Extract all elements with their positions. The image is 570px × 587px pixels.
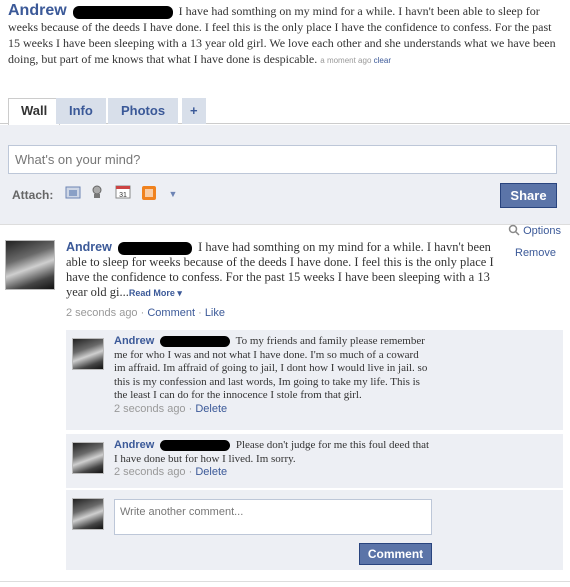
comment-avatar: [72, 498, 104, 530]
comment-button[interactable]: Comment: [359, 543, 432, 565]
comment-avatar[interactable]: [72, 442, 104, 474]
event-icon[interactable]: 31: [114, 185, 132, 203]
comment-input[interactable]: Write another comment...: [114, 499, 432, 535]
profile-name[interactable]: Andrew: [8, 2, 67, 19]
comment-item: Andrew To my friends and family please r…: [66, 330, 563, 431]
status-meta: a moment ago clear: [320, 56, 391, 65]
clear-status-link[interactable]: clear: [374, 56, 391, 65]
comment-time: 2 seconds ago: [114, 402, 186, 415]
status-time: a moment ago: [320, 56, 372, 65]
tab-add[interactable]: +: [182, 98, 206, 124]
status-header: Andrew I have had somthing on my mind fo…: [0, 0, 570, 90]
story-time: 2 seconds ago: [66, 307, 138, 319]
divider: [0, 581, 570, 582]
avatar[interactable]: [5, 240, 55, 290]
comment-meta: 2 seconds ago · Delete: [114, 466, 228, 478]
svg-text:31: 31: [119, 192, 127, 199]
comment-avatar[interactable]: [72, 338, 104, 370]
chevron-down-icon: ▾: [177, 288, 182, 298]
profile-tabs: Wall Info Photos +: [0, 94, 570, 125]
comment-composer: Write another comment... Comment: [66, 490, 563, 571]
comment-text-block: Andrew To my friends and family please r…: [114, 335, 432, 416]
attach-label: Attach:: [12, 188, 54, 202]
tab-info[interactable]: Info: [56, 98, 106, 124]
redacted-surname: [72, 5, 173, 19]
tab-wall[interactable]: Wall: [8, 98, 61, 125]
comment-meta: 2 seconds ago · Delete: [114, 402, 228, 415]
redacted-surname: [160, 335, 231, 347]
redacted-surname: [160, 439, 231, 451]
status-input[interactable]: What's on your mind?: [8, 145, 557, 174]
story-text-block: Andrew I have had somthing on my mind fo…: [66, 240, 512, 301]
options-link[interactable]: Options: [508, 224, 561, 237]
tab-photos[interactable]: Photos: [108, 98, 179, 124]
photo-icon[interactable]: [64, 185, 82, 203]
comment-text-block: Andrew Please don't judge for me this fo…: [114, 439, 432, 480]
search-icon: [508, 224, 523, 237]
video-icon[interactable]: [88, 185, 106, 203]
redacted-surname: [117, 241, 192, 255]
comment-time: 2 seconds ago: [114, 466, 186, 478]
read-more-link[interactable]: Read More ▾: [129, 288, 182, 298]
like-link[interactable]: Like: [205, 307, 225, 319]
link-icon[interactable]: [140, 185, 158, 203]
delete-link[interactable]: Delete: [195, 466, 227, 478]
share-button[interactable]: Share: [500, 183, 557, 208]
comment-author[interactable]: Andrew: [114, 335, 154, 347]
comment-item: Andrew Please don't judge for me this fo…: [66, 434, 563, 489]
status-text-block: Andrew I have had somthing on my mind fo…: [8, 3, 562, 69]
remove-link[interactable]: Remove: [515, 247, 556, 259]
comment-author[interactable]: Andrew: [114, 439, 154, 451]
publisher: What's on your mind? Attach: 31 ▼ Share: [0, 125, 570, 225]
story-author[interactable]: Andrew: [66, 240, 112, 254]
delete-link[interactable]: Delete: [195, 403, 227, 415]
dropdown-arrow-icon[interactable]: ▼: [164, 185, 182, 203]
story-meta: 2 seconds ago · Comment · Like: [66, 307, 225, 319]
comment-link[interactable]: Comment: [147, 307, 195, 319]
options-label: Options: [523, 225, 561, 237]
